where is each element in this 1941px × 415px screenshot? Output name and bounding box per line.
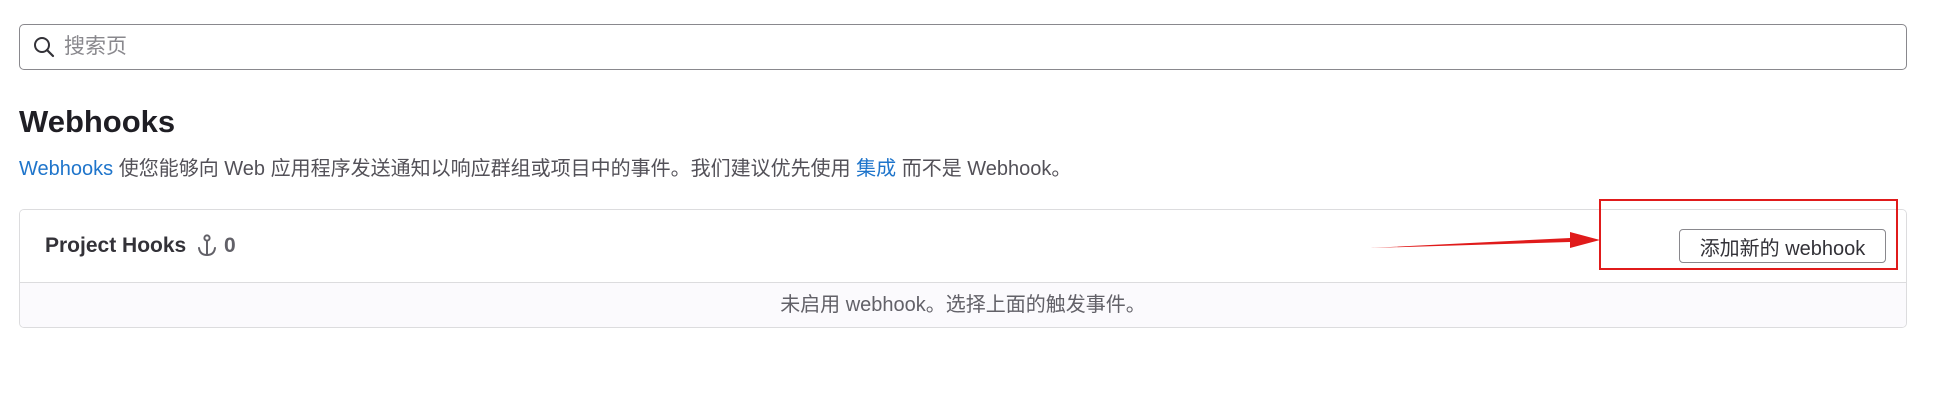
description-text-middle: 使您能够向 Web 应用程序发送通知以响应群组或项目中的事件。我们建议优先使用 — [113, 158, 857, 180]
search-input[interactable] — [64, 29, 1864, 65]
integrations-link[interactable]: 集成 — [856, 158, 896, 180]
anchor-icon — [198, 234, 216, 257]
search-box[interactable] — [19, 24, 1907, 70]
card-title: Project Hooks — [45, 234, 187, 257]
add-webhook-button[interactable]: 添加新的 webhook — [1679, 229, 1886, 263]
webhooks-docs-link[interactable]: Webhooks — [19, 158, 113, 180]
hook-count-badge: 0 — [196, 232, 236, 260]
search-icon — [34, 37, 55, 58]
description-text-end: 而不是 Webhook。 — [896, 158, 1072, 180]
page-title: Webhooks — [19, 104, 176, 139]
page-description: Webhooks 使您能够向 Web 应用程序发送通知以响应群组或项目中的事件。… — [19, 155, 1071, 183]
hook-count: 0 — [224, 234, 236, 257]
empty-state-message: 未启用 webhook。选择上面的触发事件。 — [20, 283, 1906, 327]
project-hooks-card: Project Hooks 0 添加新的 webhook 未启用 webhook… — [19, 209, 1907, 328]
card-header: Project Hooks 0 添加新的 webhook — [20, 210, 1906, 283]
